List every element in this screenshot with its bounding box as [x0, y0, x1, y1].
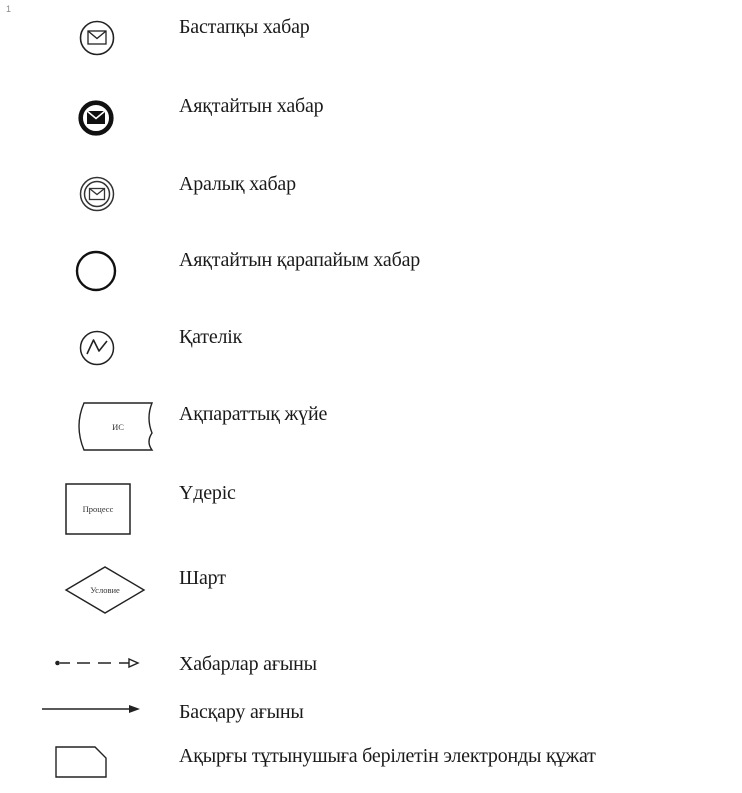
legend-label: Ақырғы тұтынушыға берілетін электронды қ… [179, 745, 596, 767]
legend-label: Бастапқы хабар [179, 16, 310, 38]
legend-label: Ақпараттық жүйе [179, 403, 328, 425]
legend-label: Басқару ағыны [179, 701, 304, 723]
error-icon [40, 319, 170, 379]
information-system-icon: ИС [40, 398, 170, 458]
process-icon: Процесс [40, 479, 170, 539]
condition-inner-text: Условие [90, 585, 120, 595]
condition-icon: Условие [40, 557, 170, 617]
electronic-document-icon [40, 727, 170, 787]
end-message-icon [40, 89, 170, 149]
legend-label: Аралық хабар [179, 173, 296, 195]
legend-label: Шарт [179, 567, 226, 589]
legend-label: Үдеріс [179, 482, 236, 504]
information-system-inner-text: ИС [112, 422, 124, 432]
corner-mark: 1 [6, 4, 12, 14]
end-simple-event-icon [40, 241, 170, 301]
start-message-icon [40, 10, 170, 70]
legend-label: Хабарлар ағыны [179, 653, 317, 675]
intermediate-message-icon [40, 165, 170, 225]
process-inner-text: Процесс [83, 504, 114, 514]
legend-label: Аяқтайтын қарапайым хабар [179, 249, 421, 271]
legend-label: Қателік [179, 326, 243, 348]
legend-label: Аяқтайтын хабар [179, 95, 324, 117]
